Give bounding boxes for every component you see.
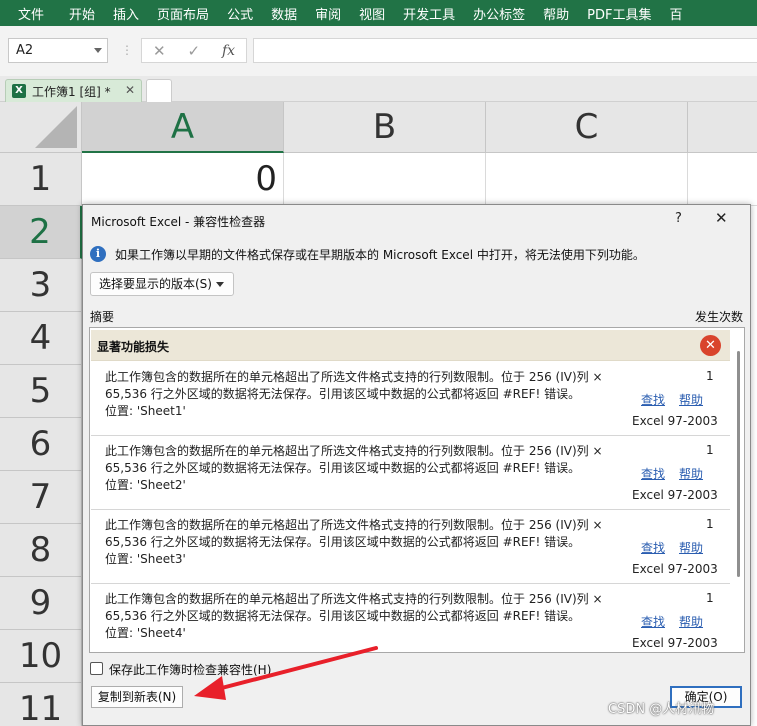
list-item[interactable]: 此工作簿包含的数据所在的单元格超出了所选文件格式支持的行列数限制。位于 256 …: [91, 584, 730, 652]
row-header-11[interactable]: 11: [0, 683, 82, 726]
info-icon: i: [90, 246, 106, 262]
ribbon-tab-data[interactable]: 数据: [262, 4, 306, 23]
formula-buttons: ✕ ✓ fx: [141, 38, 247, 63]
list-item[interactable]: 此工作簿包含的数据所在的单元格超出了所选文件格式支持的行列数限制。位于 256 …: [91, 510, 730, 584]
help-link[interactable]: 帮助: [679, 465, 703, 482]
find-link[interactable]: 查找: [641, 391, 665, 408]
watermark: CSDN @人材汛物: [608, 702, 715, 717]
cancel-icon[interactable]: ✕: [153, 42, 166, 60]
insert-function-icon[interactable]: fx: [222, 43, 235, 59]
row-header-6[interactable]: 6: [0, 418, 82, 471]
copy-to-new-sheet-button[interactable]: 复制到新表(N): [91, 686, 183, 708]
dialog-title: Microsoft Excel - 兼容性检查器: [91, 215, 266, 229]
cell-d1[interactable]: [688, 153, 757, 206]
column-header-b[interactable]: B: [284, 102, 486, 153]
find-link[interactable]: 查找: [641, 465, 665, 482]
row-header-7[interactable]: 7: [0, 471, 82, 524]
issue-description: 此工作簿包含的数据所在的单元格超出了所选文件格式支持的行列数限制。位于 256 …: [105, 592, 603, 640]
issue-description: 此工作簿包含的数据所在的单元格超出了所选文件格式支持的行列数限制。位于 256 …: [105, 444, 603, 492]
column-header-d[interactable]: [688, 102, 757, 153]
row-header-3[interactable]: 3: [0, 259, 82, 312]
issue-version: Excel 97-2003: [632, 488, 718, 502]
ribbon-tab-review[interactable]: 审阅: [306, 4, 350, 23]
ribbon-tab-overflow[interactable]: 百: [661, 4, 692, 23]
chevron-down-icon: [216, 282, 224, 287]
error-icon: ✕: [700, 335, 721, 356]
formula-input[interactable]: [253, 38, 757, 63]
column-header-c[interactable]: C: [486, 102, 688, 153]
section-header: 显著功能损失 ✕: [91, 330, 730, 361]
column-header-a[interactable]: A: [82, 102, 284, 153]
occurrences-label: 发生次数: [695, 310, 744, 324]
issue-version: Excel 97-2003: [632, 562, 718, 576]
select-all-button[interactable]: [0, 102, 82, 153]
cell-c1[interactable]: [486, 153, 688, 206]
ribbon-tab-insert[interactable]: 插入: [104, 4, 148, 23]
ribbon-tab-office-tab[interactable]: 办公标签: [464, 4, 534, 23]
row-header-1[interactable]: 1: [0, 153, 82, 206]
summary-label: 摘要: [90, 310, 115, 324]
cell-a1-value: 0: [255, 159, 277, 199]
row-header-9[interactable]: 9: [0, 577, 82, 630]
select-version-label: 选择要显示的版本(S): [99, 277, 212, 291]
ribbon-tab-home[interactable]: 开始: [60, 4, 104, 23]
ribbon-tab-developer[interactable]: 开发工具: [394, 4, 464, 23]
row-header-8[interactable]: 8: [0, 524, 82, 577]
issue-description: 此工作簿包含的数据所在的单元格超出了所选文件格式支持的行列数限制。位于 256 …: [105, 518, 603, 566]
new-tab-button[interactable]: [146, 79, 172, 102]
row-header-2[interactable]: 2: [0, 206, 82, 259]
workbook-tab-strip: X 工作簿1 [组] * ✕: [0, 76, 757, 102]
row-header-10[interactable]: 10: [0, 630, 82, 683]
issue-version: Excel 97-2003: [632, 414, 718, 428]
workbook-tab-label: 工作簿1 [组] *: [32, 85, 111, 99]
ribbon-tab-pdf-tools[interactable]: PDF工具集: [578, 4, 660, 23]
issue-count: 1: [706, 443, 714, 457]
row-header-5[interactable]: 5: [0, 365, 82, 418]
dialog-info-text: 如果工作簿以早期的文件格式保存或在早期版本的 Microsoft Excel 中…: [115, 248, 645, 262]
name-box-value: A2: [16, 43, 34, 58]
excel-file-icon: X: [12, 84, 26, 98]
ribbon-tab-formulas[interactable]: 公式: [218, 4, 262, 23]
ribbon-tab-help[interactable]: 帮助: [534, 4, 578, 23]
cell-b1[interactable]: [284, 153, 486, 206]
check-on-save-checkbox[interactable]: [90, 662, 103, 675]
help-link[interactable]: 帮助: [679, 613, 703, 630]
help-link[interactable]: 帮助: [679, 539, 703, 556]
formula-bar: A2 ⋮ ✕ ✓ fx: [0, 26, 757, 76]
check-on-save-label[interactable]: 保存此工作簿时检查兼容性(H): [109, 661, 271, 678]
issue-version: Excel 97-2003: [632, 636, 718, 650]
select-version-button[interactable]: 选择要显示的版本(S): [90, 272, 234, 296]
row-header-4[interactable]: 4: [0, 312, 82, 365]
issue-count: 1: [706, 517, 714, 531]
list-scrollbar[interactable]: [735, 329, 743, 651]
workbook-tab[interactable]: X 工作簿1 [组] * ✕: [5, 79, 142, 102]
help-icon[interactable]: ?: [675, 211, 682, 226]
issues-list[interactable]: 显著功能损失 ✕ 此工作簿包含的数据所在的单元格超出了所选文件格式支持的行列数限…: [89, 327, 745, 653]
issue-description: 此工作簿包含的数据所在的单元格超出了所选文件格式支持的行列数限制。位于 256 …: [105, 370, 603, 418]
scrollbar-thumb[interactable]: [737, 351, 740, 577]
chevron-down-icon[interactable]: [94, 48, 102, 53]
help-link[interactable]: 帮助: [679, 391, 703, 408]
list-item[interactable]: 此工作簿包含的数据所在的单元格超出了所选文件格式支持的行列数限制。位于 256 …: [91, 362, 730, 436]
find-link[interactable]: 查找: [641, 613, 665, 630]
issue-count: 1: [706, 591, 714, 605]
close-icon[interactable]: ✕: [125, 83, 135, 97]
check-icon[interactable]: ✓: [187, 42, 200, 60]
close-icon[interactable]: ✕: [715, 209, 728, 227]
ribbon-tab-view[interactable]: 视图: [350, 4, 394, 23]
section-title: 显著功能损失: [97, 340, 170, 354]
ribbon-tab-page-layout[interactable]: 页面布局: [148, 4, 218, 23]
issue-count: 1: [706, 369, 714, 383]
ribbon-tab-file[interactable]: 文件: [0, 4, 60, 23]
drag-handle-icon[interactable]: ⋮: [121, 41, 133, 59]
name-box[interactable]: A2: [8, 38, 108, 63]
compatibility-checker-dialog: Microsoft Excel - 兼容性检查器 ? ✕ i 如果工作簿以早期的…: [82, 204, 751, 726]
find-link[interactable]: 查找: [641, 539, 665, 556]
ribbon-tabs: 文件 开始 插入 页面布局 公式 数据 审阅 视图 开发工具 办公标签 帮助 P…: [0, 0, 757, 26]
list-item[interactable]: 此工作簿包含的数据所在的单元格超出了所选文件格式支持的行列数限制。位于 256 …: [91, 436, 730, 510]
